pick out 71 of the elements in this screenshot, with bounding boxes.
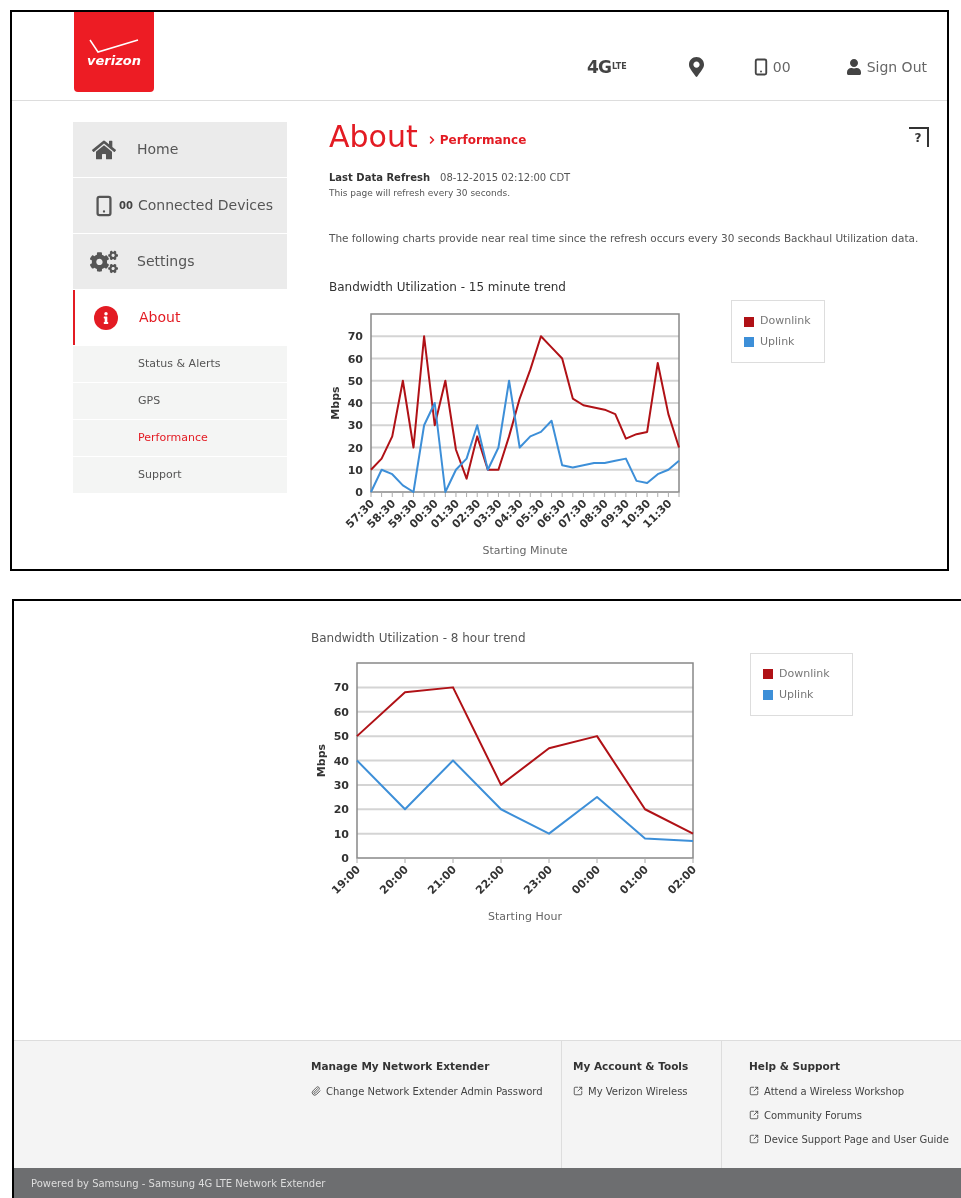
legend-label: Uplink — [760, 333, 795, 350]
axis-label: 70 — [333, 681, 349, 695]
refresh-label: Last Data Refresh — [329, 171, 430, 185]
device-count: 00 — [772, 57, 791, 77]
axis-label: 0 — [341, 852, 349, 865]
axis-label: 20 — [347, 441, 363, 455]
powered-by: Powered by Samsung - Samsung 4G LTE Network Extender — [31, 1176, 326, 1191]
sidebar-subitem[interactable]: Status & Alerts — [73, 346, 287, 383]
footer-heading: My Account & Tools — [573, 1059, 690, 1074]
axis-label: 10 — [333, 827, 349, 841]
axis-label: 0 — [355, 486, 363, 500]
footer-link[interactable]: Device Support Page and User Guide — [749, 1131, 949, 1147]
sidebar-subitem[interactable]: GPS — [73, 383, 287, 420]
legend-label: Uplink — [779, 686, 814, 703]
chart-title: Bandwidth Utilization - 8 hour trend — [311, 630, 527, 647]
axis-label: 10 — [347, 464, 363, 477]
axis-label: 60 — [333, 705, 349, 719]
sign-out-link[interactable]: Sign Out — [866, 56, 927, 78]
home-icon — [92, 138, 116, 161]
paperclip-icon — [311, 1086, 321, 1097]
footer-heading: Manage My Network Extender — [311, 1059, 491, 1074]
gears-icon — [90, 249, 118, 274]
footer-link[interactable]: My Verizon Wireless — [573, 1083, 721, 1099]
sidebar-item[interactable]: Settings — [73, 234, 287, 289]
refresh-note: This page will refresh every 30 seconds. — [329, 187, 512, 200]
location-pin-icon[interactable] — [688, 57, 704, 77]
page-title: About — [329, 122, 418, 152]
external-link-icon — [573, 1086, 583, 1097]
legend-label: Downlink — [760, 313, 811, 330]
sidebar-subitem[interactable]: Support — [73, 457, 287, 494]
refresh-time: 08-12-2015 02:12:00 CDT — [440, 171, 571, 185]
axis-label: 60 — [347, 352, 363, 366]
footer-link[interactable]: Change Network Extender Admin Password — [311, 1083, 553, 1099]
sidebar-label: About — [139, 308, 181, 327]
axis-label: 70 — [347, 330, 363, 344]
sidebar-subitem[interactable]: Performance — [73, 420, 287, 457]
network-type: 4G — [587, 58, 612, 76]
axis-label: 50 — [333, 730, 349, 744]
sidebar-item[interactable]: 00 Connected Devices — [73, 178, 287, 233]
axis-label: 30 — [333, 778, 349, 792]
logo-text: verizon — [87, 53, 141, 67]
axis-label: 50 — [347, 375, 363, 388]
chart-title: Bandwidth Utilization - 15 minute trend — [329, 279, 567, 297]
logo[interactable]: verizon — [74, 12, 154, 92]
user-icon — [846, 58, 861, 76]
axis-title: Starting Minute — [482, 544, 568, 558]
sidebar-label: Settings — [137, 252, 195, 271]
axis-label: 40 — [347, 397, 363, 411]
axis-title: Mbps — [315, 743, 328, 778]
footer-link[interactable]: Attend a Wireless Workshop — [749, 1083, 949, 1099]
sidebar-item[interactable]: Home — [73, 122, 287, 177]
sidebar-label: Home — [137, 140, 179, 159]
axis-label: 40 — [333, 754, 349, 768]
check-mark-icon — [88, 37, 140, 54]
external-link-icon — [749, 1086, 759, 1097]
external-link-icon — [749, 1134, 759, 1145]
footer-heading: Help & Support — [749, 1059, 841, 1074]
footer-link[interactable]: Community Forums — [749, 1107, 949, 1123]
legend-label: Downlink — [779, 666, 830, 682]
description: The following charts provide near real time since the refresh occurs every 30 seconds Backhaul Utilization data. — [329, 230, 920, 246]
info-icon — [94, 305, 118, 330]
axis-label: 20 — [333, 803, 349, 817]
network-subtype: LTE — [612, 63, 627, 71]
help-button[interactable]: ? — [909, 127, 929, 147]
axis-label: 30 — [347, 419, 363, 433]
device-count: 00 — [119, 199, 133, 213]
axis-title: Starting Hour — [488, 910, 562, 923]
breadcrumb: Performance — [439, 132, 527, 149]
axis-title: Mbps — [329, 386, 342, 420]
external-link-icon — [749, 1110, 759, 1121]
sidebar-label: Connected Devices — [137, 196, 273, 215]
